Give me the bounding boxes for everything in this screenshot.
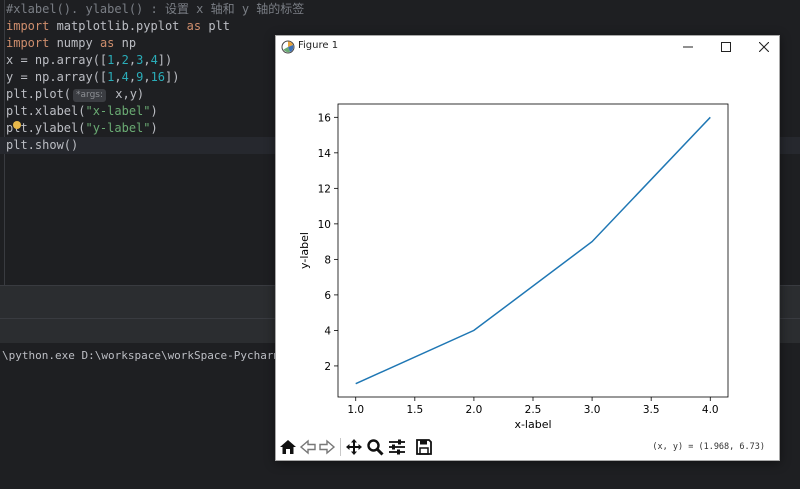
x-tick-label: 1.5 <box>406 404 423 416</box>
y-tick-label: 16 <box>318 112 332 124</box>
save-icon[interactable] <box>415 438 433 456</box>
y-tick-label: 10 <box>318 219 331 231</box>
figure-window[interactable]: Figure 1 1.0 1.5 2.0 2.5 3.0 3.5 4.0 2 4 6 8 10 12 14… <box>275 35 780 461</box>
figure-title: Figure 1 <box>298 40 339 51</box>
y-tick-label: 8 <box>324 254 331 266</box>
close-button[interactable] <box>745 36 783 58</box>
y-tick-label: 4 <box>324 325 331 337</box>
string-literal: "y-label" <box>85 121 151 135</box>
axes-frame <box>337 103 729 398</box>
code-line-xlabel[interactable]: plt.xlabel("x-label") <box>6 103 158 120</box>
number: 1 <box>107 53 115 67</box>
code-text: ) <box>150 121 158 135</box>
code-text: matplotlib.pyplot <box>49 19 187 33</box>
keyword: as <box>186 19 202 33</box>
minimize-icon <box>683 46 693 48</box>
toolbar-separator <box>340 438 341 456</box>
x-tick-label: 2.5 <box>525 404 542 416</box>
string-literal: "x-label" <box>85 104 151 118</box>
zoom-icon[interactable] <box>366 438 384 456</box>
maximize-button[interactable] <box>707 36 745 58</box>
cursor-coordinates: (x, y) = (1.968, 6.73) <box>652 442 765 452</box>
y-tick-label: 14 <box>318 148 332 160</box>
x-tick-label: 3.5 <box>643 404 660 416</box>
code-text: ]) <box>157 53 173 67</box>
pan-icon[interactable] <box>345 438 363 456</box>
number: 3 <box>136 53 144 67</box>
maximize-icon <box>721 42 731 52</box>
code-text: x,y) <box>108 87 145 101</box>
code-line-y-array[interactable]: y = np.array([1,4,9,16]) <box>6 69 179 86</box>
code-text: plt.plot( <box>6 87 72 101</box>
code-text: y = np.array([ <box>6 70 108 84</box>
line-chart: 1.0 1.5 2.0 2.5 3.0 3.5 4.0 2 4 6 8 10 12 14 16 x-label… <box>298 103 729 431</box>
home-icon[interactable] <box>279 438 297 456</box>
x-tick-label: 3.0 <box>584 404 601 416</box>
code-text: plt <box>201 19 230 33</box>
code-text: numpy <box>49 36 100 50</box>
forward-icon[interactable] <box>318 438 336 456</box>
code-text: ) <box>150 104 158 118</box>
matplotlib-icon <box>281 40 295 54</box>
number: 9 <box>136 70 144 84</box>
code-line-import-numpy[interactable]: import numpy as np <box>6 35 136 52</box>
figure-titlebar[interactable]: Figure 1 <box>276 36 779 58</box>
code-line-x-array[interactable]: x = np.array([1,2,3,4]) <box>6 52 172 69</box>
number: 16 <box>150 70 166 84</box>
y-tick-label: 2 <box>324 361 331 373</box>
lightbulb-icon[interactable] <box>13 121 21 129</box>
keyword: import <box>6 36 50 50</box>
code-line-ylabel[interactable]: plt.ylabel("y-label") <box>6 120 158 137</box>
code-line-comment[interactable]: #xlabel(). ylabel() : 设置 x 轴和 y 轴的标签 <box>6 1 304 18</box>
number: 2 <box>121 53 129 67</box>
x-tick-label: 4.0 <box>702 404 719 416</box>
minimize-button[interactable] <box>669 36 707 58</box>
keyword: import <box>6 19 50 33</box>
configure-icon[interactable] <box>388 438 406 456</box>
code-line-plot[interactable]: plt.plot(*args: x,y) <box>6 86 144 103</box>
x-tick-label: 1.0 <box>347 404 364 416</box>
x-axis-label: x-label <box>514 418 551 431</box>
parameter-hint: *args: <box>73 89 107 102</box>
plot-canvas[interactable]: 1.0 1.5 2.0 2.5 3.0 3.5 4.0 2 4 6 8 10 12 14 16 x-label… <box>276 58 779 434</box>
x-tick-label: 2.0 <box>466 404 483 416</box>
code-text: plt.xlabel( <box>6 104 86 118</box>
close-icon <box>759 42 769 52</box>
number: 1 <box>107 70 115 84</box>
navigation-toolbar: (x, y) = (1.968, 6.73) <box>276 434 779 460</box>
y-tick-label: 12 <box>318 183 331 195</box>
y-axis-label: y-label <box>298 232 311 269</box>
number: 4 <box>150 53 158 67</box>
console-command-line: \python.exe D:\workspace\workSpace-Pycha… <box>2 349 294 362</box>
number: 4 <box>121 70 129 84</box>
y-tick-label: 6 <box>324 290 331 302</box>
keyword: as <box>99 36 115 50</box>
code-text: np <box>114 36 137 50</box>
code-text: x = np.array([ <box>6 53 108 67</box>
code-text: ]) <box>165 70 180 84</box>
back-icon[interactable] <box>299 438 317 456</box>
code-line-import-matplotlib[interactable]: import matplotlib.pyplot as plt <box>6 18 230 35</box>
